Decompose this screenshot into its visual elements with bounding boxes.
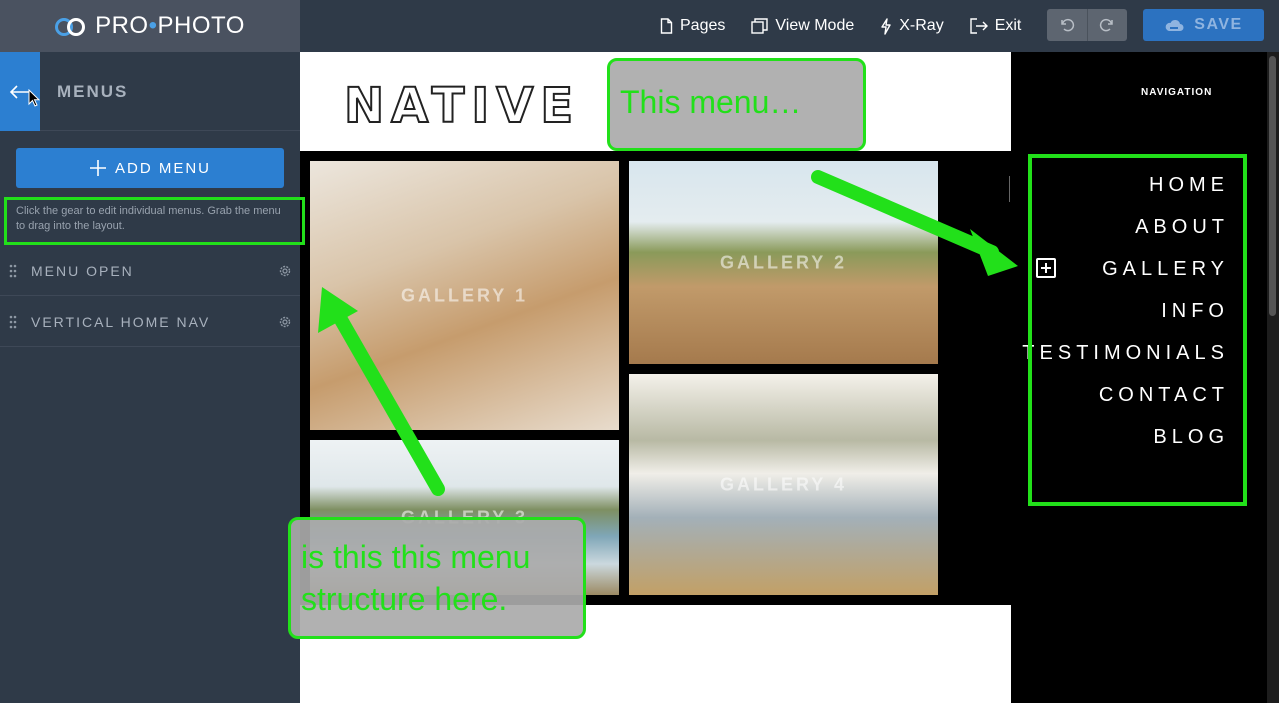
annotation-note-bottom: is this this menu structure here. bbox=[288, 517, 586, 639]
pages-button[interactable]: Pages bbox=[660, 17, 725, 35]
annotation-line-2: structure here. bbox=[301, 581, 508, 617]
save-button[interactable]: SAVE bbox=[1143, 9, 1264, 41]
view-mode-icon bbox=[751, 18, 769, 34]
plus-icon bbox=[89, 160, 106, 176]
xray-label: X-Ray bbox=[899, 17, 944, 34]
scrollbar-thumb[interactable] bbox=[1269, 56, 1276, 316]
highlight-menu-open bbox=[4, 197, 305, 245]
highlight-navigation-menu bbox=[1028, 154, 1247, 506]
save-label: SAVE bbox=[1194, 16, 1243, 33]
logo-text-photo: PHOTO bbox=[157, 12, 245, 39]
exit-button[interactable]: Exit bbox=[969, 17, 1022, 35]
xray-button[interactable]: X-Ray bbox=[880, 17, 944, 35]
exit-icon bbox=[969, 18, 988, 34]
menu-item-label: MENU OPEN bbox=[31, 262, 134, 279]
add-menu-button[interactable]: ADD MENU bbox=[16, 148, 284, 188]
logo-dot: • bbox=[148, 12, 158, 39]
top-toolbar: PRO•PHOTO Pages View Mode X-Ray Exit SAV… bbox=[0, 0, 1279, 52]
site-logo[interactable]: NATIVE bbox=[343, 77, 580, 135]
prophoto-logo-icon bbox=[55, 16, 87, 36]
drag-handle-icon[interactable] bbox=[0, 315, 26, 329]
navigation-title: NAVIGATION bbox=[1141, 87, 1213, 98]
divider bbox=[1009, 176, 1010, 202]
gear-icon[interactable] bbox=[270, 264, 300, 278]
undo-icon bbox=[1061, 18, 1074, 32]
undo-redo-group bbox=[1047, 9, 1127, 41]
sidebar-title: MENUS bbox=[57, 82, 129, 101]
gallery-tile[interactable]: GALLERY 2 bbox=[629, 161, 938, 364]
menu-item-label: VERTICAL HOME NAV bbox=[31, 313, 211, 330]
mouse-cursor-icon bbox=[28, 89, 40, 107]
toolbar-nav: Pages View Mode X-Ray Exit bbox=[660, 0, 1021, 52]
cloud-icon bbox=[1165, 19, 1184, 31]
redo-icon bbox=[1100, 18, 1113, 32]
annotation-line-1: is this this menu bbox=[301, 539, 531, 575]
view-mode-label: View Mode bbox=[775, 17, 855, 34]
undo-button[interactable] bbox=[1047, 9, 1087, 41]
menus-sidebar: MENUS ADD MENU Click the gear to edit in… bbox=[0, 52, 300, 703]
gallery-tile[interactable]: GALLERY 1 bbox=[310, 161, 619, 430]
sidebar-header: MENUS bbox=[0, 52, 300, 131]
lightning-icon bbox=[881, 17, 891, 35]
gallery-tile-label: GALLERY 1 bbox=[400, 285, 529, 305]
gallery-tile[interactable]: GALLERY 4 bbox=[629, 374, 938, 595]
menu-list-item[interactable]: VERTICAL HOME NAV bbox=[0, 297, 300, 347]
page-icon bbox=[660, 18, 673, 34]
redo-button[interactable] bbox=[1086, 9, 1128, 41]
logo-text-pro: PRO bbox=[95, 12, 149, 39]
exit-label: Exit bbox=[994, 17, 1022, 34]
gallery-tile-label: GALLERY 4 bbox=[719, 474, 848, 494]
prophoto-logo: PRO•PHOTO bbox=[0, 0, 300, 52]
annotation-note-top: This menu… bbox=[607, 58, 866, 151]
drag-handle-icon[interactable] bbox=[0, 264, 26, 278]
gear-icon[interactable] bbox=[270, 315, 300, 329]
view-mode-button[interactable]: View Mode bbox=[751, 17, 854, 35]
add-menu-label: ADD MENU bbox=[114, 159, 211, 177]
gallery-tile-label: GALLERY 2 bbox=[719, 252, 848, 272]
menu-list-item[interactable]: MENU OPEN bbox=[0, 246, 300, 296]
pages-label: Pages bbox=[680, 17, 726, 34]
scrollbar[interactable] bbox=[1267, 52, 1279, 703]
